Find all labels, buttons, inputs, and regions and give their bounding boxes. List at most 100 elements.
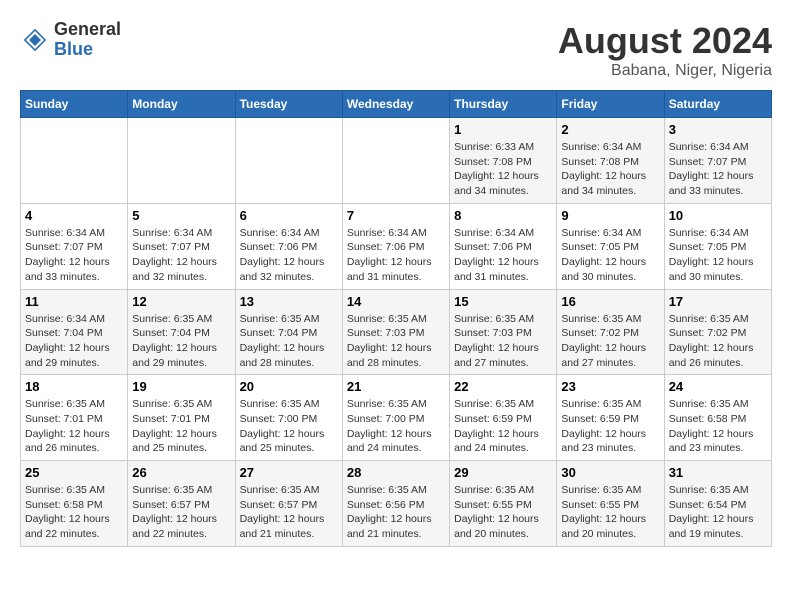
calendar-table: SundayMondayTuesdayWednesdayThursdayFrid… [20, 90, 772, 547]
day-number: 10 [669, 208, 767, 223]
day-info: Sunrise: 6:35 AM Sunset: 6:59 PM Dayligh… [454, 397, 552, 456]
day-info: Sunrise: 6:35 AM Sunset: 7:03 PM Dayligh… [454, 312, 552, 371]
day-number: 16 [561, 294, 659, 309]
day-info: Sunrise: 6:35 AM Sunset: 6:56 PM Dayligh… [347, 483, 445, 542]
day-number: 1 [454, 122, 552, 137]
day-number: 21 [347, 379, 445, 394]
calendar-cell [342, 118, 449, 204]
weekday-header: Monday [128, 91, 235, 118]
calendar-cell: 26 Sunrise: 6:35 AM Sunset: 6:57 PM Dayli… [128, 461, 235, 547]
calendar-week-row: 25Sunrise: 6:35 AM Sunset: 6:58 PM Dayli… [21, 461, 772, 547]
calendar-cell: 6 Sunrise: 6:34 AM Sunset: 7:06 PM Daylig… [235, 203, 342, 289]
day-number: 31 [669, 465, 767, 480]
day-info: Sunrise: 6:35 AM Sunset: 7:04 PM Dayligh… [132, 312, 230, 371]
calendar-cell: 31Sunrise: 6:35 AM Sunset: 6:54 PM Dayli… [664, 461, 771, 547]
calendar-cell: 1 Sunrise: 6:33 AM Sunset: 7:08 PM Daylig… [450, 118, 557, 204]
day-number: 11 [25, 294, 123, 309]
calendar-cell: 7Sunrise: 6:34 AM Sunset: 7:06 PM Daylig… [342, 203, 449, 289]
day-number: 5 [132, 208, 230, 223]
weekday-header: Wednesday [342, 91, 449, 118]
day-info: Sunrise: 6:34 AM Sunset: 7:05 PM Dayligh… [669, 226, 767, 285]
day-number: 6 [240, 208, 338, 223]
day-number: 24 [669, 379, 767, 394]
calendar-cell: 29 Sunrise: 6:35 AM Sunset: 6:55 PM Dayli… [450, 461, 557, 547]
weekday-header: Saturday [664, 91, 771, 118]
day-info: Sunrise: 6:35 AM Sunset: 6:59 PM Dayligh… [561, 397, 659, 456]
day-info: Sunrise: 6:34 AM Sunset: 7:07 PM Dayligh… [132, 226, 230, 285]
calendar-cell: 20 Sunrise: 6:35 AM Sunset: 7:00 PM Dayli… [235, 375, 342, 461]
day-number: 27 [240, 465, 338, 480]
calendar-cell: 27 Sunrise: 6:35 AM Sunset: 6:57 PM Dayli… [235, 461, 342, 547]
calendar-cell [128, 118, 235, 204]
day-number: 20 [240, 379, 338, 394]
calendar-cell: 22 Sunrise: 6:35 AM Sunset: 6:59 PM Dayli… [450, 375, 557, 461]
day-info: Sunrise: 6:34 AM Sunset: 7:05 PM Dayligh… [561, 226, 659, 285]
calendar-cell [21, 118, 128, 204]
day-info: Sunrise: 6:34 AM Sunset: 7:07 PM Dayligh… [25, 226, 123, 285]
calendar-cell: 17 Sunrise: 6:35 AM Sunset: 7:02 PM Dayli… [664, 289, 771, 375]
day-number: 28 [347, 465, 445, 480]
day-number: 15 [454, 294, 552, 309]
day-number: 29 [454, 465, 552, 480]
day-info: Sunrise: 6:35 AM Sunset: 7:01 PM Dayligh… [132, 397, 230, 456]
day-info: Sunrise: 6:34 AM Sunset: 7:06 PM Dayligh… [454, 226, 552, 285]
calendar-cell: 12Sunrise: 6:35 AM Sunset: 7:04 PM Dayli… [128, 289, 235, 375]
title-block: August 2024 Babana, Niger, Nigeria [558, 20, 772, 80]
day-info: Sunrise: 6:35 AM Sunset: 7:02 PM Dayligh… [561, 312, 659, 371]
day-number: 18 [25, 379, 123, 394]
day-number: 7 [347, 208, 445, 223]
day-info: Sunrise: 6:35 AM Sunset: 7:04 PM Dayligh… [240, 312, 338, 371]
weekday-header: Thursday [450, 91, 557, 118]
day-number: 17 [669, 294, 767, 309]
day-number: 2 [561, 122, 659, 137]
day-number: 23 [561, 379, 659, 394]
day-info: Sunrise: 6:34 AM Sunset: 7:07 PM Dayligh… [669, 140, 767, 199]
calendar-cell: 4Sunrise: 6:34 AM Sunset: 7:07 PM Daylig… [21, 203, 128, 289]
day-number: 9 [561, 208, 659, 223]
day-info: Sunrise: 6:35 AM Sunset: 7:02 PM Dayligh… [669, 312, 767, 371]
page-header: General Blue August 2024 Babana, Niger, … [20, 20, 772, 80]
day-number: 3 [669, 122, 767, 137]
calendar-body: 1 Sunrise: 6:33 AM Sunset: 7:08 PM Daylig… [21, 118, 772, 547]
calendar-week-row: 4Sunrise: 6:34 AM Sunset: 7:07 PM Daylig… [21, 203, 772, 289]
calendar-cell: 9 Sunrise: 6:34 AM Sunset: 7:05 PM Daylig… [557, 203, 664, 289]
calendar-cell: 3 Sunrise: 6:34 AM Sunset: 7:07 PM Daylig… [664, 118, 771, 204]
day-number: 13 [240, 294, 338, 309]
calendar-header: SundayMondayTuesdayWednesdayThursdayFrid… [21, 91, 772, 118]
calendar-cell: 24 Sunrise: 6:35 AM Sunset: 6:58 PM Dayli… [664, 375, 771, 461]
weekday-header: Sunday [21, 91, 128, 118]
calendar-cell: 15 Sunrise: 6:35 AM Sunset: 7:03 PM Dayli… [450, 289, 557, 375]
day-info: Sunrise: 6:35 AM Sunset: 6:57 PM Dayligh… [240, 483, 338, 542]
day-number: 30 [561, 465, 659, 480]
day-info: Sunrise: 6:34 AM Sunset: 7:06 PM Dayligh… [240, 226, 338, 285]
calendar-cell: 8 Sunrise: 6:34 AM Sunset: 7:06 PM Daylig… [450, 203, 557, 289]
calendar-cell: 5 Sunrise: 6:34 AM Sunset: 7:07 PM Daylig… [128, 203, 235, 289]
logo: General Blue [20, 20, 121, 60]
calendar-cell: 11Sunrise: 6:34 AM Sunset: 7:04 PM Dayli… [21, 289, 128, 375]
day-info: Sunrise: 6:35 AM Sunset: 6:58 PM Dayligh… [669, 397, 767, 456]
day-number: 8 [454, 208, 552, 223]
calendar-cell: 19 Sunrise: 6:35 AM Sunset: 7:01 PM Dayli… [128, 375, 235, 461]
day-info: Sunrise: 6:35 AM Sunset: 7:01 PM Dayligh… [25, 397, 123, 456]
day-info: Sunrise: 6:35 AM Sunset: 7:03 PM Dayligh… [347, 312, 445, 371]
weekday-header: Friday [557, 91, 664, 118]
calendar-week-row: 1 Sunrise: 6:33 AM Sunset: 7:08 PM Daylig… [21, 118, 772, 204]
day-number: 14 [347, 294, 445, 309]
day-info: Sunrise: 6:33 AM Sunset: 7:08 PM Dayligh… [454, 140, 552, 199]
calendar-cell: 2Sunrise: 6:34 AM Sunset: 7:08 PM Daylig… [557, 118, 664, 204]
calendar-cell: 10 Sunrise: 6:34 AM Sunset: 7:05 PM Dayli… [664, 203, 771, 289]
calendar-week-row: 18 Sunrise: 6:35 AM Sunset: 7:01 PM Dayli… [21, 375, 772, 461]
day-info: Sunrise: 6:35 AM Sunset: 6:55 PM Dayligh… [454, 483, 552, 542]
logo-text: General Blue [54, 20, 121, 60]
calendar-cell: 16 Sunrise: 6:35 AM Sunset: 7:02 PM Dayli… [557, 289, 664, 375]
day-number: 22 [454, 379, 552, 394]
day-info: Sunrise: 6:35 AM Sunset: 6:55 PM Dayligh… [561, 483, 659, 542]
day-number: 19 [132, 379, 230, 394]
location-subtitle: Babana, Niger, Nigeria [558, 62, 772, 80]
weekday-row: SundayMondayTuesdayWednesdayThursdayFrid… [21, 91, 772, 118]
day-number: 26 [132, 465, 230, 480]
logo-icon [20, 25, 50, 55]
day-info: Sunrise: 6:35 AM Sunset: 6:57 PM Dayligh… [132, 483, 230, 542]
day-number: 25 [25, 465, 123, 480]
day-info: Sunrise: 6:35 AM Sunset: 7:00 PM Dayligh… [240, 397, 338, 456]
